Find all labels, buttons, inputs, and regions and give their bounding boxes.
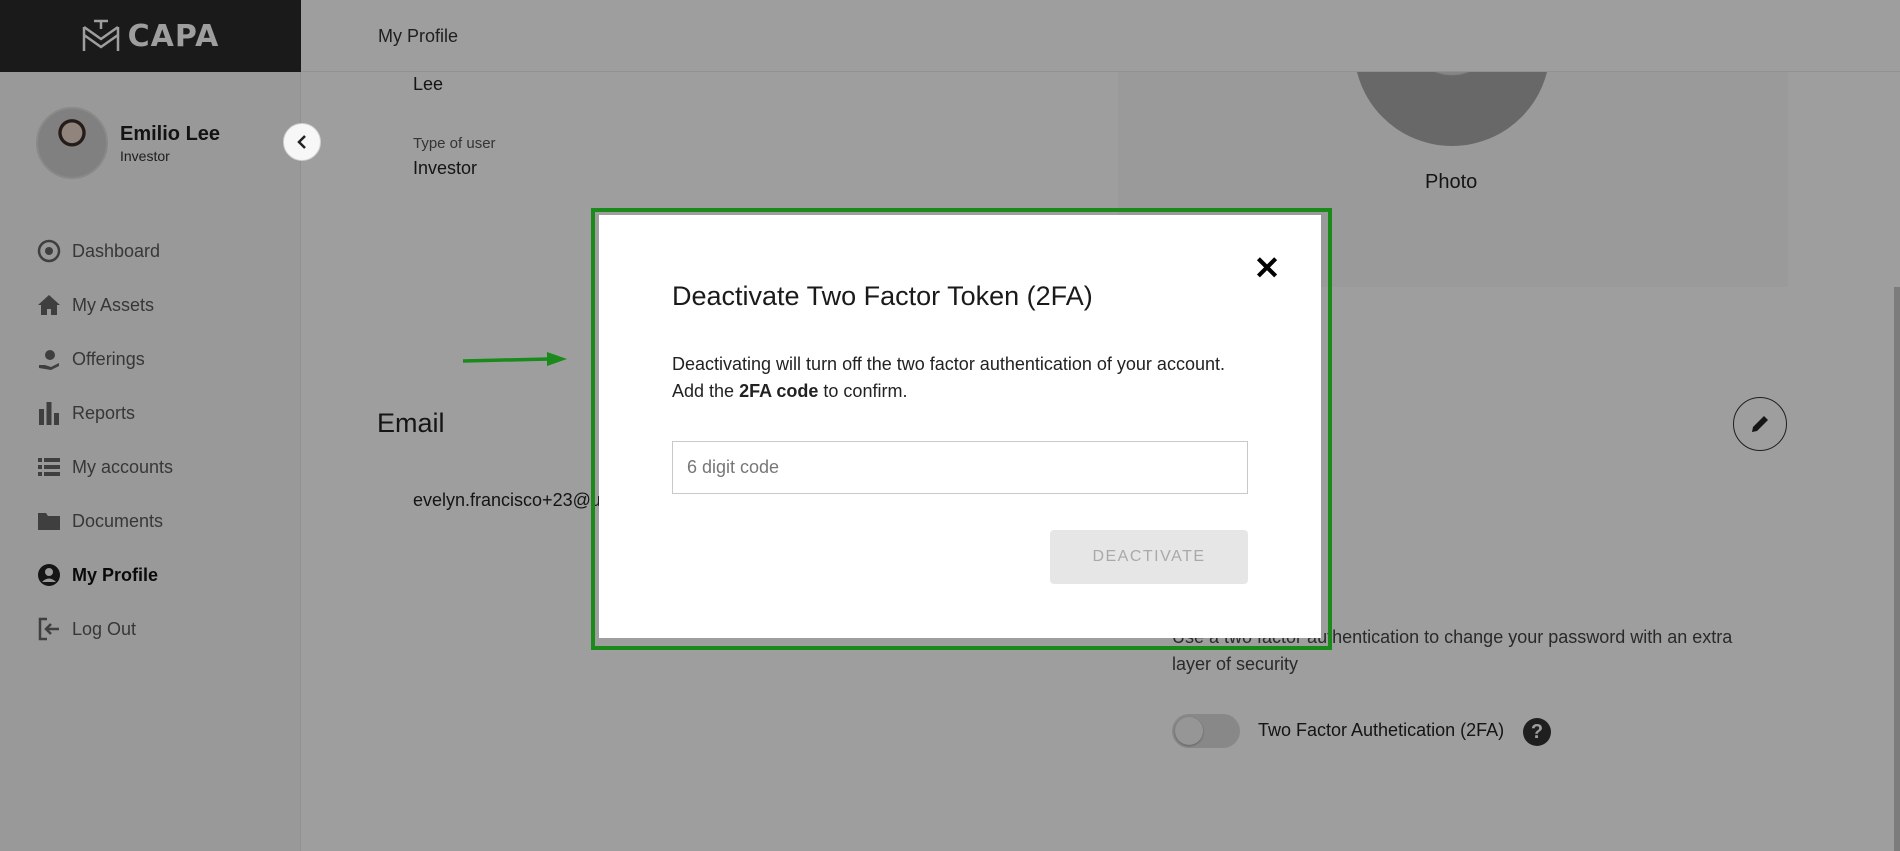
dialog-text-suffix: to confirm.	[818, 381, 908, 401]
2fa-code-input[interactable]	[672, 441, 1248, 494]
dialog-title: Deactivate Two Factor Token (2FA)	[672, 281, 1093, 311]
dialog-description-line2: Add the 2FA code to confirm.	[672, 378, 1272, 405]
dialog-description: Deactivating will turn off the two facto…	[672, 351, 1272, 405]
dialog-text-bold: 2FA code	[739, 381, 819, 401]
dialog-text-prefix: Add the	[672, 381, 740, 401]
close-icon[interactable]: ✕	[1252, 250, 1282, 286]
chevron-left-icon	[297, 135, 306, 149]
collapse-sidebar-button[interactable]	[283, 123, 321, 161]
annotation-arrow-icon	[463, 352, 567, 366]
dialog-description-line1: Deactivating will turn off the two facto…	[672, 354, 1225, 374]
deactivate-2fa-dialog: ✕ Deactivate Two Factor Token (2FA) Deac…	[599, 215, 1321, 638]
deactivate-button[interactable]: DEACTIVATE	[1050, 530, 1248, 584]
